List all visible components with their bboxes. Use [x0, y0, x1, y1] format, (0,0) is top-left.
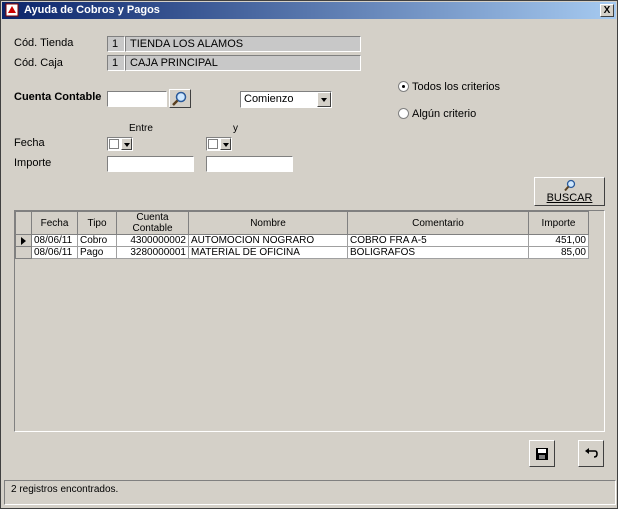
importe-label: Importe — [14, 157, 52, 169]
tienda-code-field: 1 — [107, 36, 125, 52]
chevron-down-icon[interactable] — [220, 138, 231, 150]
tienda-label: Cód. Tienda — [14, 37, 74, 49]
fecha-desde-picker[interactable] — [107, 137, 133, 151]
row-indicator-header — [15, 211, 32, 235]
fecha-label: Fecha — [14, 137, 45, 149]
app-icon — [5, 3, 19, 17]
checkbox-icon[interactable] — [109, 139, 119, 149]
checkbox-icon[interactable] — [208, 139, 218, 149]
caja-code-field: 1 — [107, 55, 125, 71]
cell-tipo[interactable]: Cobro — [77, 234, 117, 247]
cell-comentario[interactable]: COBRO FRA A-5 — [347, 234, 529, 247]
tienda-name-field: TIENDA LOS ALAMOS — [125, 36, 361, 52]
match-mode-value: Comienzo — [244, 93, 294, 105]
cell-cuenta[interactable]: 3280000001 — [116, 246, 189, 259]
col-comentario[interactable]: Comentario — [347, 211, 529, 235]
table-row[interactable]: 08/06/11 Cobro 4300000002 AUTOMOCION NOG… — [15, 234, 589, 247]
row-selector[interactable] — [15, 246, 32, 259]
save-button[interactable] — [529, 440, 555, 467]
radio-todos-label: Todos los criterios — [412, 81, 501, 93]
window-title: Ayuda de Cobros y Pagos — [24, 4, 160, 16]
fecha-y-label: y — [233, 123, 238, 134]
cuenta-search-button[interactable] — [169, 89, 191, 108]
header-row: Fecha Tipo Cuenta Contable Nombre Coment… — [15, 211, 589, 235]
buscar-button[interactable]: BUSCAR — [534, 177, 605, 206]
radio-todos-criterios[interactable] — [398, 81, 409, 92]
chevron-down-icon[interactable] — [317, 92, 331, 107]
results-grid[interactable]: Fecha Tipo Cuenta Contable Nombre Coment… — [14, 210, 605, 432]
cell-nombre[interactable]: MATERIAL DE OFICINA — [188, 246, 348, 259]
cell-importe[interactable]: 85,00 — [528, 246, 589, 259]
cell-nombre[interactable]: AUTOMOCION NOGRARO — [188, 234, 348, 247]
status-text: 2 registros encontrados. — [11, 484, 119, 495]
fecha-entre-label: Entre — [129, 123, 153, 134]
match-mode-select[interactable]: Comienzo — [240, 91, 332, 108]
table-row[interactable]: 08/06/11 Pago 3280000001 MATERIAL DE OFI… — [15, 246, 589, 259]
cell-fecha[interactable]: 08/06/11 — [31, 246, 78, 259]
col-cuenta[interactable]: Cuenta Contable — [116, 211, 189, 235]
status-bar: 2 registros encontrados. — [4, 480, 616, 505]
undo-button[interactable] — [578, 440, 604, 467]
radio-algun-label: Algún criterio — [412, 108, 477, 120]
floppy-disk-icon — [536, 448, 548, 460]
main-window: Ayuda de Cobros y Pagos X Cód. Tienda 1 … — [0, 0, 618, 509]
caja-label: Cód. Caja — [14, 57, 63, 69]
radio-algun-criterio[interactable] — [398, 108, 409, 119]
chevron-down-icon[interactable] — [121, 138, 132, 150]
importe-desde-input[interactable] — [107, 156, 194, 172]
buscar-label: BUSCAR — [546, 192, 593, 204]
col-nombre[interactable]: Nombre — [188, 211, 348, 235]
title-bar[interactable]: Ayuda de Cobros y Pagos X — [2, 2, 616, 19]
importe-hasta-input[interactable] — [206, 156, 293, 172]
row-selector-icon[interactable] — [15, 234, 32, 247]
col-importe[interactable]: Importe — [528, 211, 589, 235]
magnifier-icon — [564, 179, 576, 192]
cuenta-input[interactable] — [107, 91, 167, 107]
cell-comentario[interactable]: BOLIGRAFOS — [347, 246, 529, 259]
undo-icon — [585, 448, 598, 458]
col-fecha[interactable]: Fecha — [31, 211, 78, 235]
cuenta-label: Cuenta Contable — [14, 91, 102, 103]
cell-fecha[interactable]: 08/06/11 — [31, 234, 78, 247]
cell-cuenta[interactable]: 4300000002 — [116, 234, 189, 247]
close-button[interactable]: X — [600, 4, 614, 17]
fecha-hasta-picker[interactable] — [206, 137, 232, 151]
caja-name-field: CAJA PRINCIPAL — [125, 55, 361, 71]
magnifier-icon — [172, 91, 187, 106]
col-tipo[interactable]: Tipo — [77, 211, 117, 235]
cell-importe[interactable]: 451,00 — [528, 234, 589, 247]
cell-tipo[interactable]: Pago — [77, 246, 117, 259]
results-table: Fecha Tipo Cuenta Contable Nombre Coment… — [15, 211, 589, 259]
